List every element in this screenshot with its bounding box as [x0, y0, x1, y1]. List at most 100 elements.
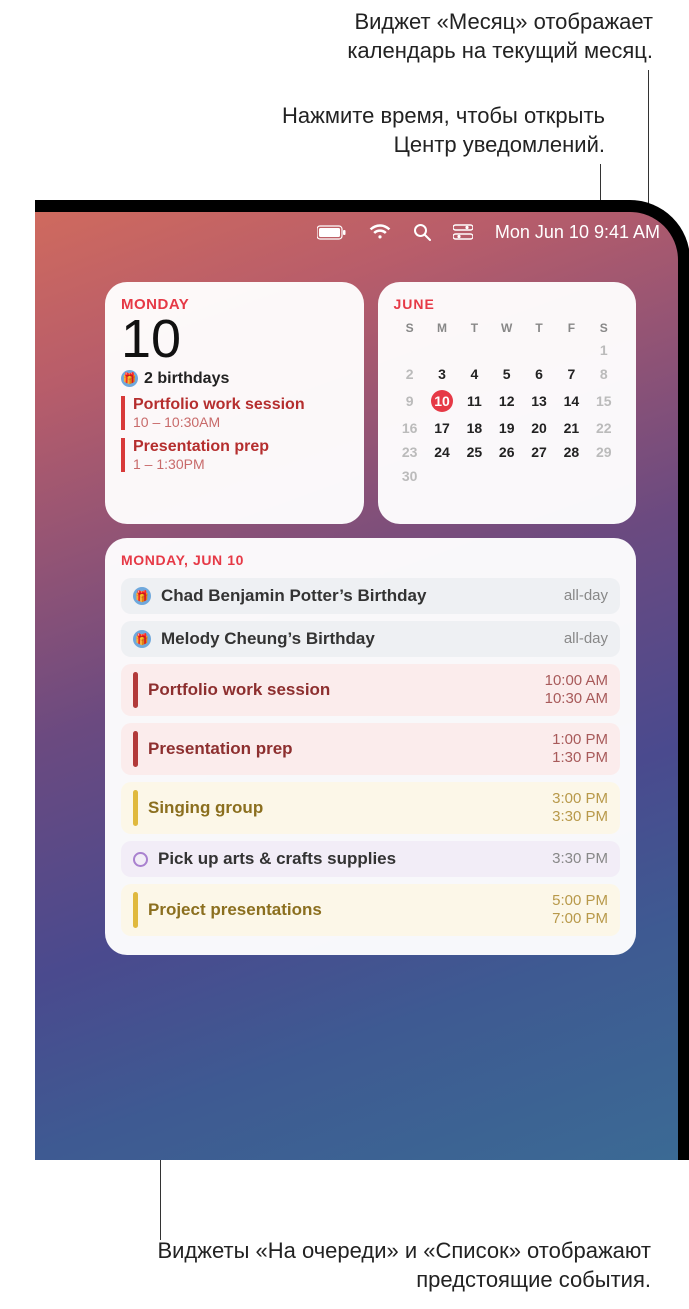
month-day: 3	[426, 362, 458, 386]
month-day: 27	[523, 440, 555, 464]
month-day: 16	[394, 416, 426, 440]
month-day: 12	[491, 386, 523, 416]
month-day	[555, 464, 587, 488]
menubar-datetime[interactable]: Mon Jun 10 9:41 AM	[495, 222, 660, 243]
wifi-icon[interactable]	[369, 224, 391, 240]
month-dow: M	[426, 318, 458, 338]
month-dow: W	[491, 318, 523, 338]
gift-icon: 🎁	[121, 370, 138, 387]
upnext-event: Presentation prep 1 – 1:30PM	[121, 438, 348, 472]
month-day: 6	[523, 362, 555, 386]
list-header: MONDAY, JUN 10	[121, 552, 620, 568]
callout-list: Виджеты «На очереди» и «Список» отобража…	[91, 1237, 651, 1294]
month-day: 9	[394, 386, 426, 416]
month-day: 25	[458, 440, 490, 464]
calendar-list-widget[interactable]: MONDAY, JUN 10 🎁 Chad Benjamin Potter’s B…	[105, 538, 636, 955]
month-name: JUNE	[394, 296, 621, 312]
month-day	[555, 338, 587, 362]
battery-icon[interactable]	[317, 225, 347, 240]
month-day: 1	[588, 338, 620, 362]
gift-icon: 🎁	[133, 630, 151, 648]
month-day: 26	[491, 440, 523, 464]
month-dow: S	[588, 318, 620, 338]
month-day: 2	[394, 362, 426, 386]
upnext-event-title: Presentation prep	[133, 438, 348, 456]
callout-month: Виджет «Месяц» отображает календарь на т…	[253, 8, 653, 65]
month-day	[458, 464, 490, 488]
list-event-row[interactable]: 🎁 Melody Cheung’s Birthday all-day	[121, 621, 620, 657]
month-day	[394, 338, 426, 362]
event-title: Pick up arts & crafts supplies	[158, 849, 542, 869]
event-title: Project presentations	[148, 900, 542, 920]
event-title: Melody Cheung’s Birthday	[161, 629, 554, 649]
upnext-date: 10	[121, 315, 348, 364]
upnext-birthdays-label: 2 birthdays	[144, 370, 229, 388]
event-color-bar	[133, 790, 138, 826]
event-time: 3:00 PM3:30 PM	[552, 790, 608, 826]
list-event-row[interactable]: Project presentations 5:00 PM7:00 PM	[121, 884, 620, 936]
upnext-event-title: Portfolio work session	[133, 396, 348, 414]
event-title: Portfolio work session	[148, 680, 535, 700]
menubar: Mon Jun 10 9:41 AM	[35, 212, 678, 252]
month-day: 24	[426, 440, 458, 464]
desktop: Mon Jun 10 9:41 AM MONDAY 10 🎁 2 birthda…	[35, 212, 678, 1160]
month-day: 22	[588, 416, 620, 440]
month-day: 14	[555, 386, 587, 416]
calendar-upnext-widget[interactable]: MONDAY 10 🎁 2 birthdays Portfolio work s…	[105, 282, 364, 524]
month-day: 11	[458, 386, 490, 416]
spotlight-icon[interactable]	[413, 223, 431, 241]
control-center-icon[interactable]	[453, 224, 473, 240]
event-time: all-day	[564, 587, 608, 605]
month-day: 21	[555, 416, 587, 440]
list-event-row[interactable]: Portfolio work session 10:00 AM10:30 AM	[121, 664, 620, 716]
month-day	[426, 338, 458, 362]
event-time: 10:00 AM10:30 AM	[545, 672, 608, 708]
event-title: Presentation prep	[148, 739, 542, 759]
month-day	[523, 464, 555, 488]
month-day: 19	[491, 416, 523, 440]
event-time: all-day	[564, 630, 608, 648]
month-day: 8	[588, 362, 620, 386]
upnext-event-time: 1 – 1:30PM	[133, 456, 348, 472]
month-day: 20	[523, 416, 555, 440]
callout-time: Нажмите время, чтобы открыть Центр уведо…	[255, 102, 605, 159]
month-grid: SMTWTFS 12345678910111213141516171819202…	[394, 318, 621, 488]
month-day	[588, 464, 620, 488]
month-dow: T	[523, 318, 555, 338]
event-time: 5:00 PM7:00 PM	[552, 892, 608, 928]
month-day: 17	[426, 416, 458, 440]
month-day	[458, 338, 490, 362]
callout-list-line	[160, 1160, 161, 1240]
list-event-row[interactable]: Singing group 3:00 PM3:30 PM	[121, 782, 620, 834]
month-day: 10	[426, 386, 458, 416]
month-day: 28	[555, 440, 587, 464]
event-title: Chad Benjamin Potter’s Birthday	[161, 586, 554, 606]
month-dow: T	[458, 318, 490, 338]
month-day: 18	[458, 416, 490, 440]
widgets-area: MONDAY 10 🎁 2 birthdays Portfolio work s…	[105, 282, 636, 955]
event-color-bar	[133, 892, 138, 928]
upnext-event-time: 10 – 10:30AM	[133, 414, 348, 430]
calendar-month-widget[interactable]: JUNE SMTWTFS 123456789101112131415161718…	[378, 282, 637, 524]
month-day	[491, 464, 523, 488]
month-day	[523, 338, 555, 362]
event-time: 1:00 PM1:30 PM	[552, 731, 608, 767]
event-title: Singing group	[148, 798, 542, 818]
month-day: 30	[394, 464, 426, 488]
device-frame: Mon Jun 10 9:41 AM MONDAY 10 🎁 2 birthda…	[35, 200, 689, 1160]
month-day: 5	[491, 362, 523, 386]
gift-icon: 🎁	[133, 587, 151, 605]
month-day: 23	[394, 440, 426, 464]
list-event-row[interactable]: Presentation prep 1:00 PM1:30 PM	[121, 723, 620, 775]
month-dow: F	[555, 318, 587, 338]
upnext-birthdays: 🎁 2 birthdays	[121, 370, 348, 388]
month-day	[426, 464, 458, 488]
month-day: 7	[555, 362, 587, 386]
circle-icon	[133, 852, 148, 867]
month-day: 13	[523, 386, 555, 416]
list-event-row[interactable]: Pick up arts & crafts supplies3:30 PM	[121, 841, 620, 877]
month-day: 4	[458, 362, 490, 386]
month-day	[491, 338, 523, 362]
event-color-bar	[133, 672, 138, 708]
list-event-row[interactable]: 🎁 Chad Benjamin Potter’s Birthday all-day	[121, 578, 620, 614]
